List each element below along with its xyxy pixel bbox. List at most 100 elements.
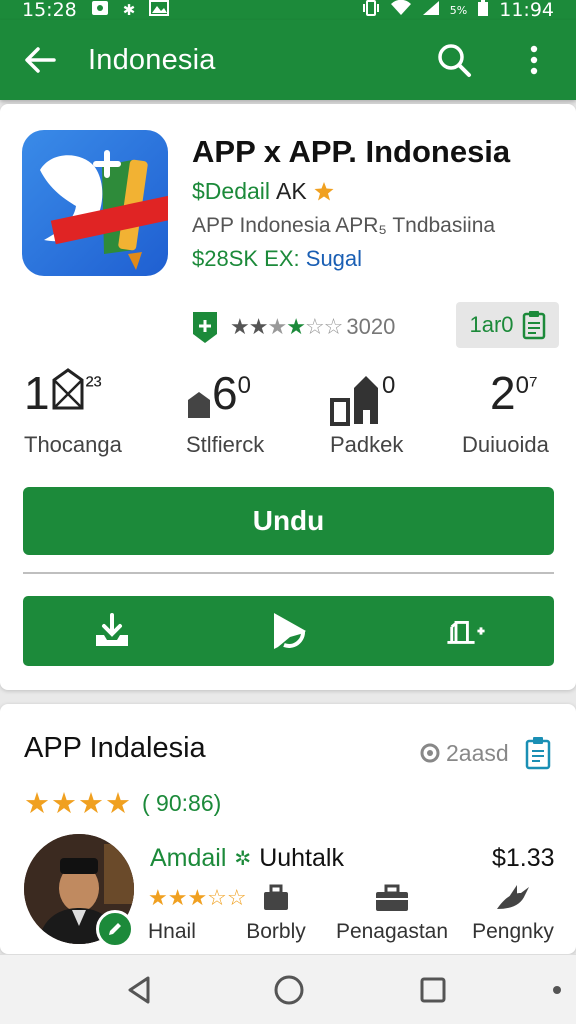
stat-sup: 0⁷ bbox=[515, 372, 538, 399]
star-outline-icon: ☆ bbox=[323, 314, 344, 339]
stat-duration: 2 0⁷ Duiuoida bbox=[462, 366, 549, 466]
verified-icon: ✲ bbox=[234, 848, 252, 870]
download-button[interactable] bbox=[92, 611, 132, 651]
category-hnail[interactable]: ★★★☆☆ Hnail bbox=[148, 882, 247, 944]
star-icon: ★ bbox=[24, 788, 51, 820]
nav-back-button[interactable] bbox=[122, 973, 156, 1007]
stat-label: Padkek bbox=[330, 432, 404, 457]
category-borbly[interactable]: Borbly bbox=[240, 882, 312, 944]
review-meta-text: 2aasd bbox=[446, 739, 509, 766]
star-icon: ★ bbox=[230, 314, 250, 339]
developer-suffix: AK bbox=[276, 178, 307, 204]
install-button[interactable]: Undu bbox=[23, 487, 554, 555]
reviewer-name[interactable]: Amdail bbox=[150, 844, 226, 873]
circle-home-icon bbox=[274, 975, 304, 1005]
status-time-right: 11:94 bbox=[499, 0, 554, 21]
review-price: $1.33 bbox=[492, 844, 555, 872]
nav-home-button[interactable] bbox=[272, 973, 306, 1007]
image-icon bbox=[149, 0, 170, 20]
category-stars: ★★★☆☆ bbox=[148, 885, 247, 910]
stat-label: Thocanga bbox=[24, 432, 122, 457]
wishlist-badge[interactable]: 1ar0 bbox=[456, 302, 559, 348]
battery-icon bbox=[477, 0, 489, 21]
app-details-card: APP x APP. Indonesia $Dedail AK APP Indo… bbox=[0, 104, 576, 690]
review-stars: ★ ★ ★ ★ ( 90:86) bbox=[24, 786, 221, 821]
action-bar bbox=[23, 596, 554, 666]
category-pengnky[interactable]: Pengnky bbox=[468, 882, 558, 944]
category-penagastan[interactable]: Penagastan bbox=[334, 882, 450, 944]
app-subtitle: APP Indonesia APR₅ Tndbasiina bbox=[192, 214, 496, 237]
rating-row: ★ ★ ★ ★ ☆ ☆ 3020 bbox=[190, 307, 395, 347]
wifi-icon bbox=[390, 0, 412, 20]
search-icon bbox=[438, 44, 471, 77]
star-icon: ★ bbox=[286, 314, 306, 339]
price-value: $28SK EX: bbox=[192, 246, 300, 271]
price-tag-link[interactable]: Sugal bbox=[306, 246, 362, 271]
edit-badge[interactable] bbox=[96, 910, 134, 948]
briefcase-icon bbox=[240, 882, 312, 914]
shield-plus-icon bbox=[193, 312, 217, 343]
stat-sup: 0 bbox=[237, 372, 251, 399]
star-icon: ★ bbox=[51, 788, 78, 820]
back-button[interactable] bbox=[22, 42, 58, 78]
house-icon bbox=[188, 392, 210, 418]
add-device-icon bbox=[446, 621, 485, 644]
stat-sup: ²³ bbox=[85, 372, 102, 399]
category-label: Penagastan bbox=[335, 920, 449, 943]
badge-star-icon bbox=[314, 181, 334, 200]
play-button[interactable] bbox=[269, 611, 309, 651]
developer-line: $Dedail AK bbox=[192, 178, 335, 205]
app-name: APP x APP. Indonesia bbox=[192, 134, 511, 169]
more-button[interactable] bbox=[514, 40, 554, 80]
price-line: $28SK EX: Sugal bbox=[192, 246, 362, 272]
system-nav-bar bbox=[0, 954, 576, 1024]
divider bbox=[23, 572, 554, 574]
search-button[interactable] bbox=[434, 40, 474, 80]
toolbox-icon bbox=[334, 882, 450, 914]
stat-value: 1 bbox=[24, 367, 50, 419]
vibrate-icon bbox=[362, 0, 380, 20]
stat-downloads: 1 ²³ Thocanga bbox=[24, 366, 122, 466]
play-icon bbox=[273, 613, 306, 649]
stat-value: 2 bbox=[490, 367, 516, 419]
developer-link[interactable]: $Dedail bbox=[192, 178, 270, 205]
rating-stars: ★ ★ ★ ★ ☆ ☆ bbox=[230, 314, 344, 340]
download-icon bbox=[95, 613, 128, 646]
review-meta[interactable]: 2aasd bbox=[420, 736, 551, 770]
badge-text: 1ar0 bbox=[469, 312, 514, 337]
building-icon bbox=[330, 376, 378, 426]
add-device-button[interactable] bbox=[446, 611, 486, 651]
nav-recents-button[interactable] bbox=[416, 973, 450, 1007]
category-label: Hnail bbox=[148, 920, 196, 943]
stats-row: 1 ²³ Thocanga 6 0 Stlfierck 0 Padkek 2 0… bbox=[0, 366, 576, 466]
stat-label: Duiuoida bbox=[462, 432, 549, 457]
app-bar: Indonesia bbox=[0, 20, 576, 100]
more-vert-icon bbox=[530, 45, 538, 75]
target-icon bbox=[420, 743, 440, 763]
square-recents-icon bbox=[420, 977, 446, 1003]
triangle-back-icon bbox=[128, 976, 150, 1004]
box-icon bbox=[52, 368, 84, 410]
star-icon: ★ bbox=[78, 788, 105, 820]
arrow-left-icon bbox=[25, 47, 56, 73]
battery-percent: 5% bbox=[449, 3, 468, 17]
stat-package: 0 Padkek bbox=[330, 366, 403, 466]
category-label: Borbly bbox=[246, 920, 306, 943]
stat-sup: 0 bbox=[382, 372, 396, 399]
bird-icon bbox=[468, 882, 558, 914]
asterisk-icon: ✱ bbox=[122, 1, 136, 19]
review-card: APP Indalesia 2aasd ★ ★ ★ ★ ( 90:86) Amd… bbox=[0, 704, 576, 954]
reviewer-tag: Uuhtalk bbox=[259, 844, 344, 872]
dot-icon bbox=[553, 986, 561, 994]
reviewer-header: Amdail ✲ Uuhtalk bbox=[150, 844, 344, 873]
star-icon: ★ bbox=[248, 314, 269, 339]
nav-dot bbox=[540, 973, 574, 1007]
pencil-icon bbox=[109, 923, 121, 935]
status-bar: 15:28 ✱ 5% 11:94 bbox=[0, 0, 576, 21]
clipboard-icon bbox=[525, 737, 550, 770]
star-icon: ★ bbox=[105, 788, 132, 820]
star-icon: ★ bbox=[267, 314, 287, 339]
app-icon bbox=[22, 130, 168, 276]
stat-size: 6 0 Stlfierck bbox=[186, 366, 264, 466]
category-label: Pengnky bbox=[472, 920, 554, 943]
